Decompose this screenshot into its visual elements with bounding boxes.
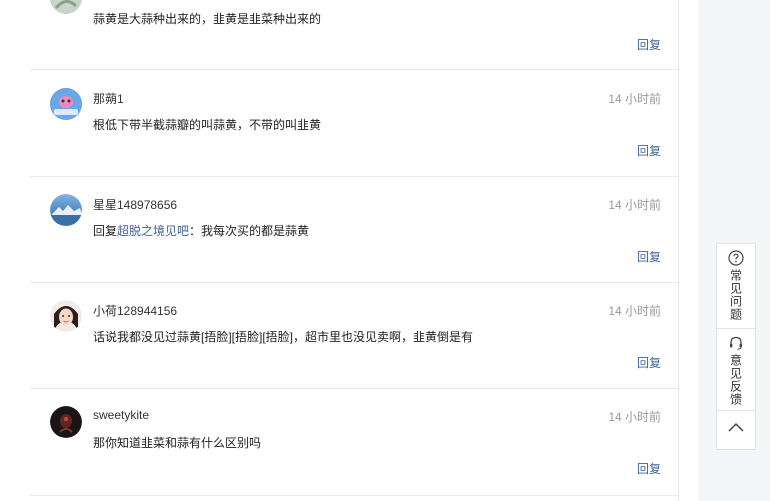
user-avatar[interactable] — [50, 406, 82, 438]
reply-button[interactable]: 回复 — [637, 460, 661, 477]
question-icon — [728, 250, 744, 266]
user-avatar[interactable] — [50, 0, 82, 14]
reply-button[interactable]: 回复 — [637, 36, 661, 53]
comment-text: 回复超脱之境见吧：我每次买的都是蒜黄 — [93, 222, 309, 239]
comment-time: 14 小时前 — [608, 410, 661, 424]
user-name[interactable]: 那蒴1 — [93, 90, 124, 107]
feedback-label: 意见反馈 — [728, 354, 743, 406]
comment-text: 话说我都没见过蒜黄[捂脸][捂脸][捂脸]，超市里也没见卖啊，韭黄倒是有 — [93, 330, 474, 344]
faq-button[interactable]: 常见问题 — [717, 244, 755, 328]
reply-button[interactable]: 回复 — [637, 248, 661, 265]
user-name[interactable]: 星星148978656 — [93, 196, 177, 213]
feedback-button[interactable]: 意见反馈 — [717, 328, 755, 410]
comment-item: 那蒴1 14 小时前 根低下带半截蒜瓣的叫蒜黄，不带的叫韭黄 回复 — [30, 70, 678, 177]
user-name[interactable]: 小荷128944156 — [93, 302, 177, 319]
back-to-top-button[interactable] — [717, 410, 755, 449]
reply-button[interactable]: 回复 — [637, 354, 661, 371]
user-avatar[interactable] — [50, 194, 82, 226]
comment-item: 星星148978656 14 小时前 回复超脱之境见吧：我每次买的都是蒜黄 回复 — [30, 177, 678, 283]
user-name[interactable]: sweetykite — [93, 408, 149, 422]
comment-panel: 蒜黄是大蒜种出来的，韭黄是韭菜种出来的 回复 那蒴1 14 小时前 根低下带半截… — [0, 0, 679, 501]
comment-time: 14 小时前 — [608, 304, 661, 318]
mentioned-user-link[interactable]: 超脱之境见吧 — [117, 224, 189, 238]
floating-sidebar: 常见问题 意见反馈 — [716, 243, 756, 450]
headset-icon — [730, 336, 742, 350]
comment-text: 蒜黄是大蒜种出来的，韭黄是韭菜种出来的 — [93, 12, 322, 26]
chevron-up-icon — [728, 422, 744, 432]
comment-time: 14 小时前 — [608, 198, 661, 212]
faq-label: 常见问题 — [728, 269, 743, 321]
comment-text: 根低下带半截蒜瓣的叫蒜黄，不带的叫韭黄 — [93, 118, 322, 132]
page-gutter — [679, 0, 698, 501]
comment-item: 小荷128944156 14 小时前 话说我都没见过蒜黄[捂脸][捂脸][捂脸]… — [30, 283, 678, 389]
user-avatar[interactable] — [50, 88, 82, 120]
reply-prefix: 回复 — [93, 224, 118, 238]
comment-text-rest: ：我每次买的都是蒜黄 — [189, 224, 310, 238]
comment-item: sweetykite 14 小时前 那你知道韭菜和蒜有什么区别吗 回复 — [30, 389, 678, 496]
comment-item: 蒜黄是大蒜种出来的，韭黄是韭菜种出来的 回复 — [30, 0, 678, 70]
comment-time: 14 小时前 — [608, 92, 661, 106]
comment-text: 那你知道韭菜和蒜有什么区别吗 — [93, 436, 262, 450]
reply-button[interactable]: 回复 — [637, 142, 661, 159]
user-avatar[interactable] — [50, 300, 82, 332]
